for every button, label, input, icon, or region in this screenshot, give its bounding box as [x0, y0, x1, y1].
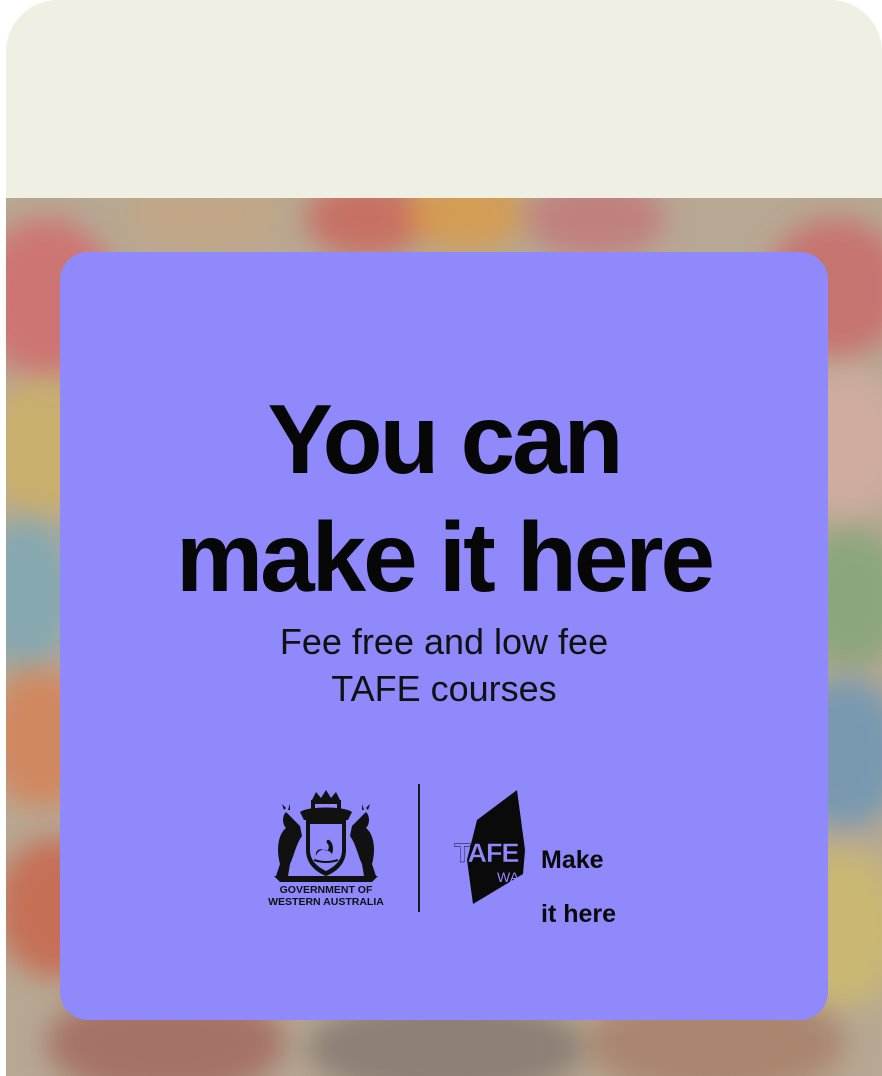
promo-card: You can make it here Fee free and low fe…: [60, 252, 828, 1020]
tafe-wa-text: WA: [497, 869, 520, 885]
subheadline-line-1: Fee free and low fee: [279, 621, 609, 662]
government-of-wa-logo: GOVERNMENT OF WESTERN AUSTRALIA: [256, 790, 396, 915]
tafe-wordmark: TAFE: [454, 838, 519, 868]
government-text-line-2: WESTERN AUSTRALIA: [268, 896, 384, 908]
tafe-wa-logo-icon: TAFE WA: [454, 790, 525, 904]
tafe-tagline-line-1: Make: [541, 846, 604, 874]
headline-line-2: make it here: [176, 502, 715, 612]
tafe-tagline-line-2: it here: [541, 900, 617, 928]
headline-line-1: You can: [267, 384, 624, 494]
ad-frame: You can make it here Fee free and low fe…: [6, 0, 882, 1076]
subheadline: Fee free and low fee TAFE courses: [60, 618, 828, 712]
tafe-tagline: Make it here: [541, 820, 616, 955]
coat-of-arms-icon: [274, 790, 378, 882]
top-banner-area: [6, 0, 882, 198]
subheadline-line-2: TAFE courses: [331, 668, 557, 709]
logo-divider: [418, 784, 420, 912]
headline: You can make it here: [60, 380, 828, 616]
government-of-wa-text: GOVERNMENT OF WESTERN AUSTRALIA: [256, 884, 396, 908]
government-text-line-1: GOVERNMENT OF: [279, 884, 373, 896]
background-photo: You can make it here Fee free and low fe…: [6, 198, 882, 1076]
tafe-wa-logo: TAFE WA Make it here: [453, 790, 643, 928]
